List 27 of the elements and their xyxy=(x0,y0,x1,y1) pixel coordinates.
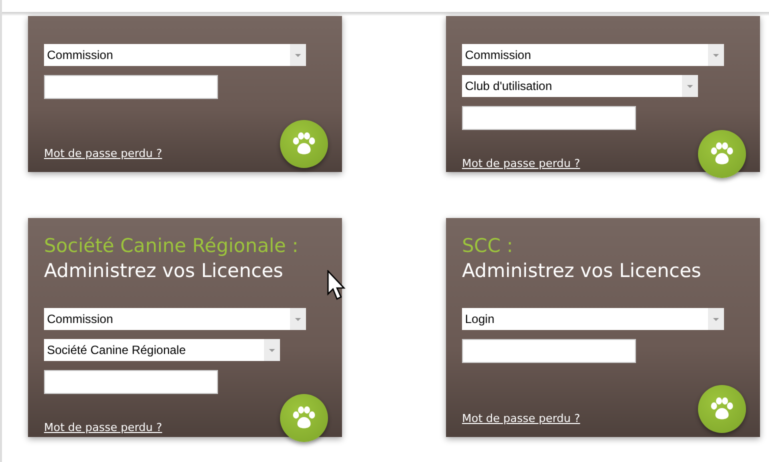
dropdown[interactable]: Login xyxy=(462,308,724,330)
paw-icon xyxy=(709,397,735,421)
dropdown[interactable]: Commission xyxy=(44,44,306,66)
card-title: Société Canine Régionale : xyxy=(44,234,300,258)
card-title: SCC : xyxy=(462,234,514,258)
card-heading: Administrez vos Licences xyxy=(462,259,702,284)
submit-button[interactable] xyxy=(698,130,746,178)
paw-icon xyxy=(709,142,735,166)
paw-icon xyxy=(291,132,317,156)
lost-password-link[interactable]: Mot de passe perdu ? xyxy=(462,157,580,170)
dropdown[interactable]: Commission xyxy=(44,308,306,330)
paw-icon xyxy=(291,406,317,430)
dropdown[interactable]: Commission xyxy=(462,44,724,66)
submit-button[interactable] xyxy=(280,394,328,442)
card-heading: Administrez vos Licences xyxy=(44,259,284,284)
password-field[interactable] xyxy=(462,339,636,363)
password-field[interactable] xyxy=(44,370,218,394)
password-field[interactable] xyxy=(462,106,636,130)
dropdown[interactable]: Club d'utilisation xyxy=(462,75,698,97)
lost-password-link[interactable]: Mot de passe perdu ? xyxy=(44,147,162,160)
mouse-cursor-icon xyxy=(327,270,347,302)
lost-password-link[interactable]: Mot de passe perdu ? xyxy=(44,421,162,434)
submit-button[interactable] xyxy=(280,120,328,168)
password-field[interactable] xyxy=(44,75,218,99)
submit-button[interactable] xyxy=(698,385,746,433)
dropdown[interactable]: Société Canine Régionale xyxy=(44,339,280,361)
lost-password-link[interactable]: Mot de passe perdu ? xyxy=(462,412,580,425)
